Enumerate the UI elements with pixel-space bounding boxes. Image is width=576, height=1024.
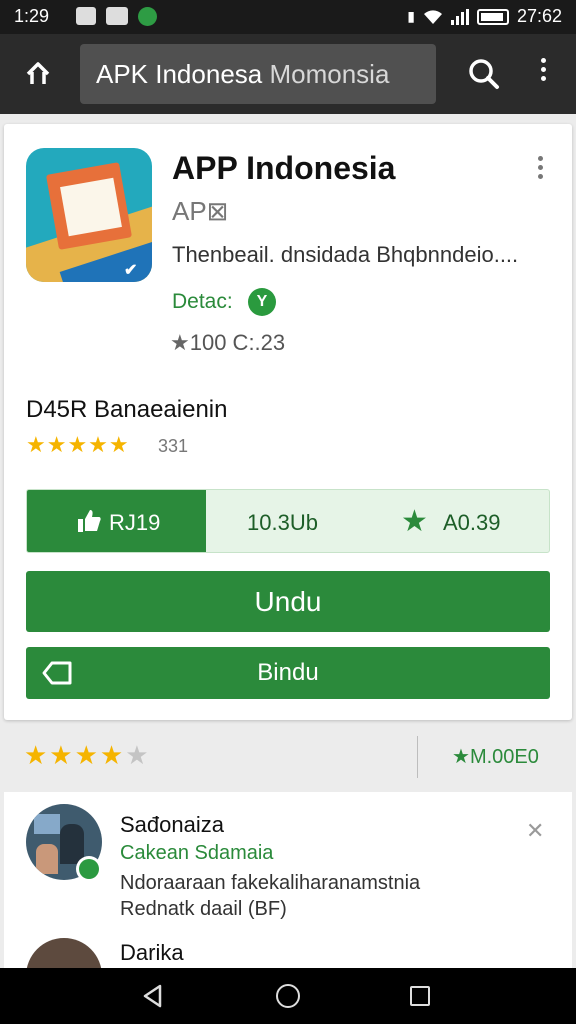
app-description: Thenbeail. dnsidada Bhqbnndeio.... [172,242,519,267]
app-card: ✔ APP Indonesia AP⊠ Thenbeail. dnsidada … [4,124,572,720]
home-button[interactable] [16,54,60,94]
verified-badge-icon: Y [248,288,276,316]
detail-label: Detac: [172,290,233,313]
app-icon[interactable]: ✔ [26,148,152,282]
app-developer[interactable]: AP⊠ [172,196,228,227]
summary-stars[interactable]: ★★★★★ [24,740,151,771]
review-text: Rednatk daail (BF) [120,898,287,920]
home-nav-icon[interactable] [276,984,300,1008]
overflow-menu-button[interactable] [528,54,558,94]
star-icon: ★ [401,505,428,538]
notification-icon [76,7,96,25]
rating-value: A0.39 [443,510,501,535]
rating-count: 331 [158,436,189,456]
check-icon: ✔ [124,262,138,279]
rating-stars: ★★★★★ [26,432,130,457]
app-title: APP Indonesia [172,150,396,186]
search-button[interactable] [464,54,504,94]
navigation-bar [0,968,576,1024]
notification-icon [106,7,128,25]
tag-icon [42,661,72,685]
search-icon [469,59,499,89]
rating-title: D45R Banaeaienin [26,396,228,423]
stats-row: RJ19 10.3Ub ★ A0.39 [26,489,550,553]
app-stat: ★100 C:.23 [170,330,286,355]
close-icon[interactable]: ✕ [526,818,544,844]
review-text: Ndoraaraan fakekaliharanamstnia [120,872,421,894]
like-count: RJ19 [109,510,161,535]
signal-icon [450,8,469,25]
battery-icon [476,8,509,25]
home-icon [26,62,50,84]
vibrate-icon: ▮ [407,8,415,24]
status-bar: 1:29 ▮ 27:62 [0,0,576,34]
reviewer-subtitle: Cakean Sdamaia [120,842,274,864]
star-icon: ★ [452,746,470,768]
divider [417,736,418,778]
search-text: APK Indonesa [96,59,263,89]
status-right: ▮ 27:62 [407,6,562,27]
summary-score: ★M.00E0 [452,746,539,768]
card-menu-button[interactable] [530,152,550,186]
search-text-rest: Momonsia [269,59,390,89]
recent-apps-icon[interactable] [410,986,430,1006]
share-button[interactable]: Bindu [26,647,550,699]
reviewer-name[interactable]: Darika [120,940,184,966]
toolbar: APK Indonesa Momonsia [0,34,576,114]
badge-icon [76,856,102,882]
wifi-icon [423,9,442,24]
status-time: 1:29 [14,6,50,26]
reviewer-name[interactable]: Sađonaiza [120,812,224,838]
notification-icon [138,7,157,26]
install-button[interactable]: Undu [26,571,550,632]
summary-rating-row: ★★★★★ ★M.00E0 [0,730,576,786]
thumbs-up-icon [78,510,101,532]
download-count: 10.3Ub [247,510,318,535]
share-label: Bindu [257,659,319,686]
status-clock: 27:62 [516,6,562,26]
back-icon[interactable] [140,982,166,1010]
like-button[interactable]: RJ19 [27,490,206,552]
search-input[interactable]: APK Indonesa Momonsia [80,44,436,104]
review-card: Sađonaiza Cakean Sdamaia Ndoraaraan fake… [4,792,572,1014]
star-icon: ★ [170,330,190,355]
